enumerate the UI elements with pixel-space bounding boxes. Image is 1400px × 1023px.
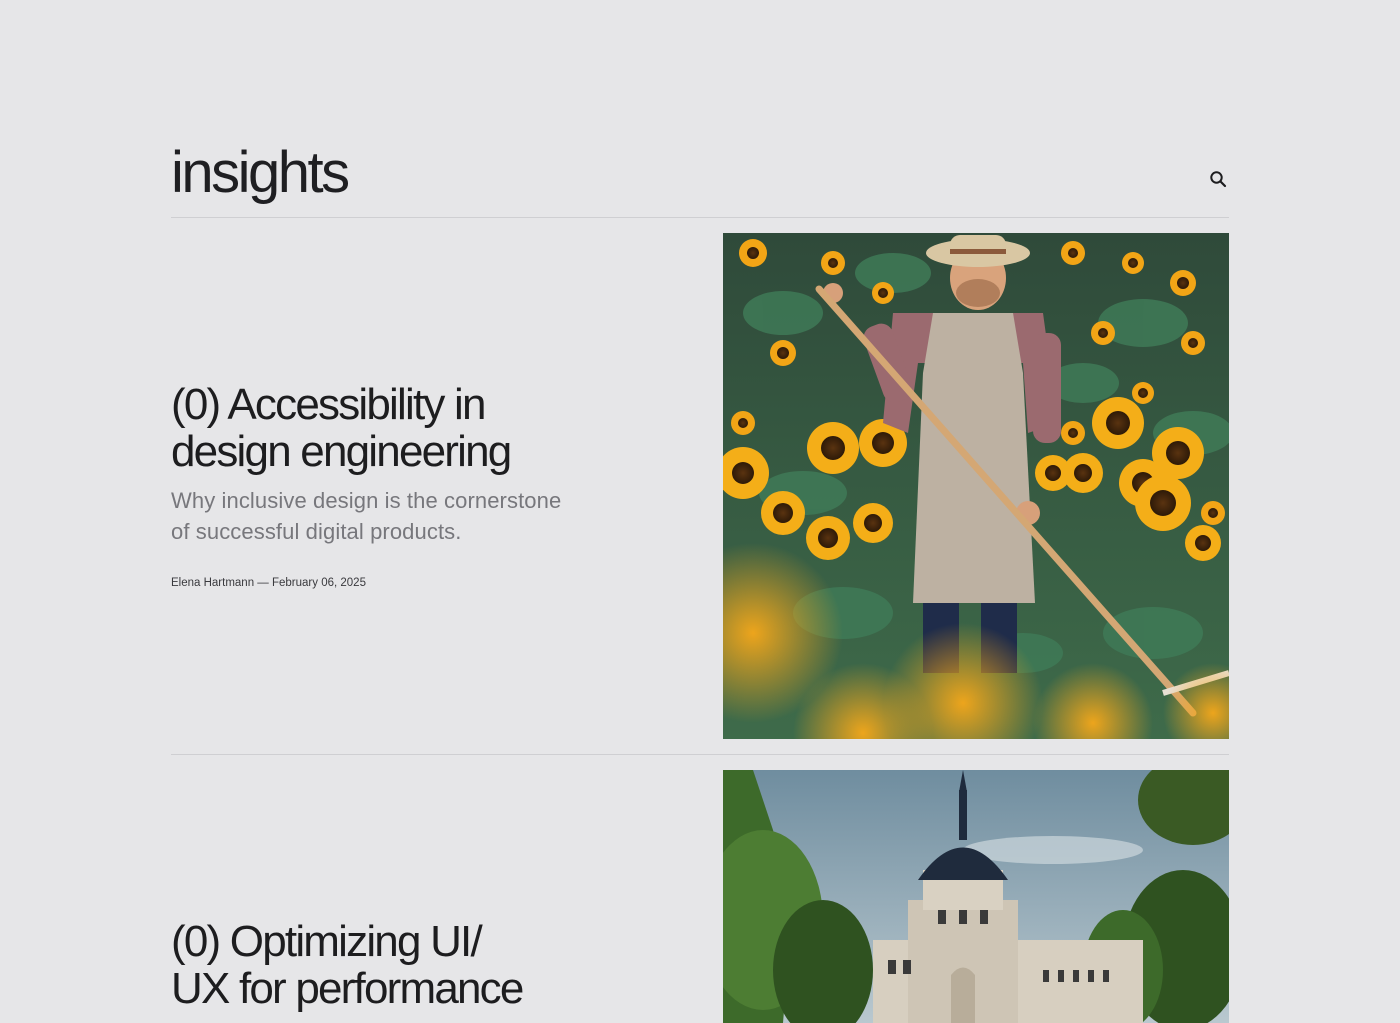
page-header: insights <box>171 140 1229 218</box>
header-divider <box>171 217 1229 218</box>
article-divider <box>171 754 1229 755</box>
article-subtitle-line: Why inclusive design is the cornerstone <box>171 488 562 513</box>
article-title[interactable]: (0) Optimizing UI/ UX for performance <box>171 918 631 1012</box>
article-image-farmer[interactable] <box>723 233 1229 739</box>
article-text: (0) Optimizing UI/ UX for performance <box>171 918 631 1012</box>
article-title-line: (0) Accessibility in <box>171 380 486 429</box>
article-image-palace[interactable] <box>723 770 1229 1023</box>
article-meta: Elena Hartmann — February 06, 2025 <box>171 577 366 589</box>
article-title-line: (0) Optimizing UI/ <box>171 917 483 966</box>
page-title: insights <box>171 140 350 205</box>
search-icon <box>1210 171 1227 188</box>
article-title[interactable]: (0) Accessibility in design engineering <box>171 381 631 475</box>
article-text: (0) Accessibility in design engineering … <box>171 381 631 589</box>
article-subtitle: Why inclusive design is the cornerstone … <box>171 485 631 547</box>
article-title-line: UX for performance <box>171 964 524 1013</box>
search-button[interactable] <box>1207 168 1229 190</box>
article-subtitle-line: of successful digital products. <box>171 519 462 544</box>
article-title-line: design engineering <box>171 427 512 476</box>
